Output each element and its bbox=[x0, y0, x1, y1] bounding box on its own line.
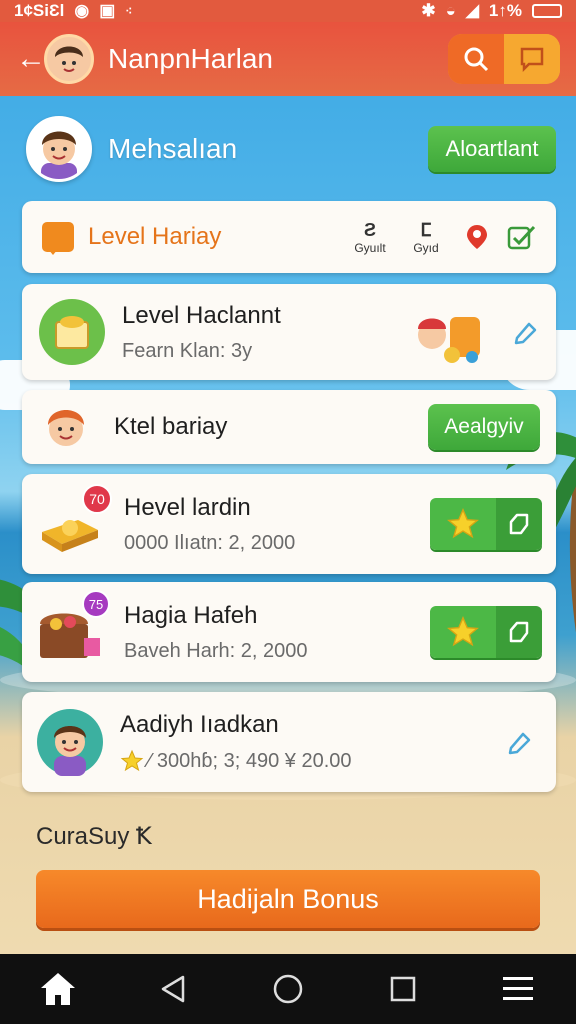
row-subtitle: Baveh Harh: 2, 2000 bbox=[124, 639, 308, 662]
edit-icon[interactable] bbox=[510, 317, 540, 347]
status-left-text: 1¢SiƐl bbox=[14, 1, 65, 20]
mini-action-1[interactable]: Ƨ Gyuılt bbox=[342, 220, 398, 255]
system-nav-bar bbox=[0, 954, 576, 1024]
battery-icon bbox=[532, 4, 562, 18]
back-triangle-icon[interactable] bbox=[143, 959, 203, 1019]
row-title: Aadiyh Iıadkan bbox=[120, 711, 279, 738]
treasure-chest-icon: 75 bbox=[36, 590, 110, 666]
badge: 70 bbox=[82, 484, 112, 514]
level-header-card: Level Hariay Ƨ Gyuılt ⵎ Gyıd bbox=[22, 201, 556, 273]
app-title: NanpnHarlan bbox=[108, 43, 273, 74]
star-icon[interactable] bbox=[430, 498, 496, 550]
list-item[interactable]: Level Haclannt Fearn Klan: 3y bbox=[22, 284, 556, 380]
redhead-face-icon bbox=[38, 399, 94, 455]
mini-action-1-icon: Ƨ bbox=[363, 219, 376, 240]
badge: 75 bbox=[82, 590, 110, 618]
boy-avatar-icon bbox=[29, 119, 89, 179]
chat-bubble-icon bbox=[42, 222, 74, 255]
menu-icon[interactable] bbox=[488, 959, 548, 1019]
gold-bar-icon: 70 bbox=[36, 484, 112, 558]
app-bar: ← NanpnHarlan bbox=[0, 22, 576, 96]
status-bar: 1¢SiƐl ◉ ▣ ⁖ ✱ ◒ ◢ 1↑% bbox=[0, 0, 576, 22]
boy-avatar-icon bbox=[36, 708, 104, 776]
home-circle-icon[interactable] bbox=[258, 959, 318, 1019]
app-actions bbox=[448, 34, 560, 84]
bluetooth-icon: ✱ bbox=[421, 1, 436, 20]
bonus-button[interactable]: Hadijaln Bonus bbox=[36, 870, 540, 928]
search-icon bbox=[464, 47, 489, 72]
signal-icon: ◢ bbox=[465, 1, 479, 20]
row-subtitle: 0000 Ilıatn: 2, 2000 bbox=[124, 531, 296, 554]
battery-text: 1↑% bbox=[488, 1, 522, 20]
row-title: Level Haclannt bbox=[122, 301, 281, 329]
chat-button[interactable] bbox=[504, 34, 560, 84]
character-luggage-icon bbox=[412, 297, 492, 367]
recent-square-icon[interactable] bbox=[373, 959, 433, 1019]
boy-face-icon bbox=[55, 46, 83, 77]
level-header-title: Level Hariay bbox=[88, 223, 222, 250]
status-circle-icon: ◉ bbox=[74, 1, 90, 20]
row-title: Hevel lardin bbox=[124, 493, 251, 521]
row-title: Hagia Hafeh bbox=[124, 601, 258, 629]
mini-action-2[interactable]: ⵎ Gyıd bbox=[398, 220, 454, 255]
location-pin-icon[interactable] bbox=[462, 222, 492, 252]
profile-avatar[interactable] bbox=[26, 116, 92, 182]
edit-check-icon[interactable] bbox=[506, 222, 536, 252]
row-subtitle: ⁄ 300hɓ; 3; 490 ¥ 20.00 bbox=[148, 749, 352, 772]
row-subtitle-wrap: ⁄ 300hɓ; 3; 490 ¥ 20.00 bbox=[120, 749, 504, 773]
share-icon[interactable] bbox=[496, 498, 542, 550]
list-item[interactable]: 75 Hagia Hafeh Baveh Harh: 2, 2000 bbox=[22, 582, 556, 682]
list-item[interactable]: Aadiyh Iıadkan ⁄ 300hɓ; 3; 490 ¥ 20.00 bbox=[22, 692, 556, 792]
row-title: Ktel bariay bbox=[114, 413, 228, 440]
chat-icon bbox=[520, 47, 544, 72]
mini-action-1-label: Gyuılt bbox=[354, 240, 386, 255]
share-icon[interactable] bbox=[496, 606, 542, 658]
status-app-icon: ▣ bbox=[99, 1, 116, 20]
status-dots-icon: ⁖ bbox=[125, 4, 133, 18]
row-action-button[interactable]: Aealgyiv bbox=[428, 404, 540, 450]
back-arrow-icon[interactable]: ← bbox=[16, 42, 46, 76]
avatar[interactable] bbox=[44, 34, 94, 84]
star-icon[interactable] bbox=[430, 606, 496, 658]
list-item[interactable]: 70 Hevel lardin 0000 Ilıatn: 2, 2000 bbox=[22, 474, 556, 574]
edit-icon[interactable] bbox=[504, 727, 534, 757]
row-subtitle: Fearn Klan: 3y bbox=[122, 339, 253, 362]
profile-action-button[interactable]: Aloartlant bbox=[428, 126, 556, 172]
profile-row: Mehsalıan Aloartlant bbox=[26, 114, 556, 184]
section-label: CuraSuy Ꝁ bbox=[36, 823, 152, 850]
profile-name: Mehsalıan bbox=[108, 133, 238, 164]
mini-action-2-icon: ⵎ bbox=[420, 219, 432, 240]
home-icon[interactable] bbox=[28, 959, 88, 1019]
list-item[interactable]: Ktel bariay Aealgyiv bbox=[22, 390, 556, 464]
star-share-button[interactable] bbox=[430, 606, 542, 658]
gold-crate-icon bbox=[38, 298, 106, 366]
search-button[interactable] bbox=[448, 34, 504, 84]
star-share-button[interactable] bbox=[430, 498, 542, 550]
star-icon bbox=[120, 749, 144, 772]
wifi-icon: ◒ bbox=[445, 1, 456, 20]
mini-action-2-label: Gyıd bbox=[413, 240, 439, 255]
